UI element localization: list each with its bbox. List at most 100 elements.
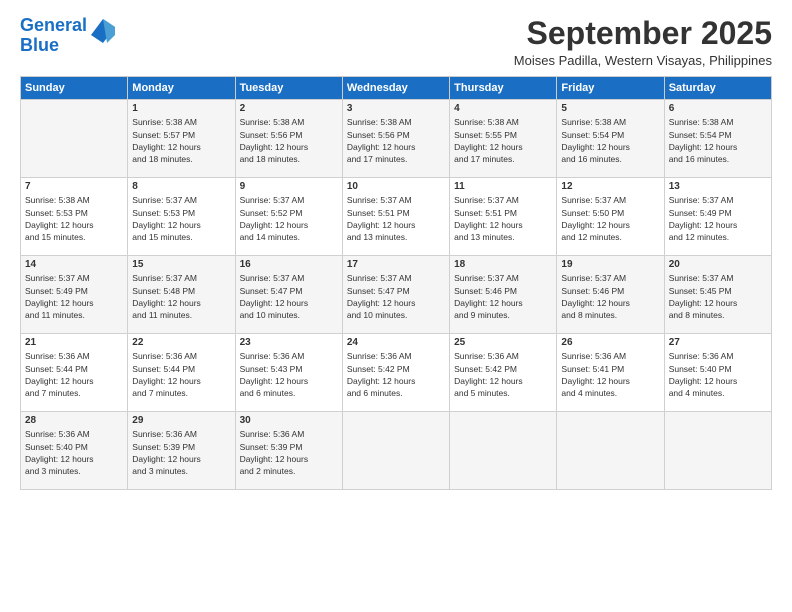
day-number: 29 <box>132 415 230 426</box>
calendar-table: SundayMondayTuesdayWednesdayThursdayFrid… <box>20 76 772 490</box>
day-number: 5 <box>561 103 659 114</box>
cell-text: and 8 minutes. <box>561 309 659 321</box>
cell-text: Sunrise: 5:38 AM <box>132 116 230 128</box>
cell-text: Sunset: 5:46 PM <box>561 285 659 297</box>
calendar-cell: 18Sunrise: 5:37 AMSunset: 5:46 PMDayligh… <box>450 256 557 334</box>
calendar-cell: 15Sunrise: 5:37 AMSunset: 5:48 PMDayligh… <box>128 256 235 334</box>
cell-text: Daylight: 12 hours <box>240 453 338 465</box>
cell-text: and 17 minutes. <box>454 153 552 165</box>
cell-text: and 9 minutes. <box>454 309 552 321</box>
cell-text: Sunset: 5:55 PM <box>454 129 552 141</box>
cell-text: and 4 minutes. <box>669 387 767 399</box>
cell-text: and 13 minutes. <box>347 231 445 243</box>
cell-text: Sunset: 5:41 PM <box>561 363 659 375</box>
cell-text: Sunset: 5:47 PM <box>240 285 338 297</box>
cell-text: Daylight: 12 hours <box>669 219 767 231</box>
cell-text: Sunset: 5:56 PM <box>347 129 445 141</box>
cell-text: Sunrise: 5:36 AM <box>669 350 767 362</box>
cell-text: Daylight: 12 hours <box>454 375 552 387</box>
calendar-week-5: 28Sunrise: 5:36 AMSunset: 5:40 PMDayligh… <box>21 412 772 490</box>
cell-text: Sunset: 5:40 PM <box>669 363 767 375</box>
cell-text: Sunset: 5:44 PM <box>25 363 123 375</box>
cell-text: Daylight: 12 hours <box>25 375 123 387</box>
calendar-cell: 19Sunrise: 5:37 AMSunset: 5:46 PMDayligh… <box>557 256 664 334</box>
day-number: 16 <box>240 259 338 270</box>
cell-text: Daylight: 12 hours <box>240 297 338 309</box>
day-number: 8 <box>132 181 230 192</box>
cell-text: and 3 minutes. <box>25 465 123 477</box>
calendar-week-4: 21Sunrise: 5:36 AMSunset: 5:44 PMDayligh… <box>21 334 772 412</box>
calendar-cell: 6Sunrise: 5:38 AMSunset: 5:54 PMDaylight… <box>664 100 771 178</box>
cell-text: Sunset: 5:48 PM <box>132 285 230 297</box>
cell-text: and 15 minutes. <box>25 231 123 243</box>
cell-text: Daylight: 12 hours <box>669 297 767 309</box>
cell-text: Daylight: 12 hours <box>25 453 123 465</box>
cell-text: and 13 minutes. <box>454 231 552 243</box>
cell-text: Sunset: 5:52 PM <box>240 207 338 219</box>
cell-text: and 15 minutes. <box>132 231 230 243</box>
calendar-cell: 5Sunrise: 5:38 AMSunset: 5:54 PMDaylight… <box>557 100 664 178</box>
logo-text: GeneralBlue <box>20 16 87 56</box>
cell-text: Sunrise: 5:37 AM <box>561 194 659 206</box>
cell-text: Sunset: 5:42 PM <box>347 363 445 375</box>
cell-text: Sunrise: 5:37 AM <box>669 272 767 284</box>
cell-text: Daylight: 12 hours <box>561 219 659 231</box>
calendar-cell <box>21 100 128 178</box>
calendar-cell: 7Sunrise: 5:38 AMSunset: 5:53 PMDaylight… <box>21 178 128 256</box>
cell-text: and 10 minutes. <box>347 309 445 321</box>
calendar-cell: 17Sunrise: 5:37 AMSunset: 5:47 PMDayligh… <box>342 256 449 334</box>
cell-text: Sunrise: 5:37 AM <box>669 194 767 206</box>
cell-text: Sunset: 5:39 PM <box>240 441 338 453</box>
cell-text: Sunset: 5:43 PM <box>240 363 338 375</box>
cell-text: Sunset: 5:54 PM <box>669 129 767 141</box>
day-number: 3 <box>347 103 445 114</box>
cell-text: and 5 minutes. <box>454 387 552 399</box>
cell-text: Daylight: 12 hours <box>240 375 338 387</box>
weekday-header-wednesday: Wednesday <box>342 77 449 100</box>
cell-text: Sunrise: 5:37 AM <box>132 272 230 284</box>
calendar-cell: 29Sunrise: 5:36 AMSunset: 5:39 PMDayligh… <box>128 412 235 490</box>
cell-text: Sunrise: 5:38 AM <box>454 116 552 128</box>
cell-text: and 14 minutes. <box>240 231 338 243</box>
cell-text: Sunrise: 5:36 AM <box>25 350 123 362</box>
cell-text: Daylight: 12 hours <box>347 297 445 309</box>
calendar-cell: 21Sunrise: 5:36 AMSunset: 5:44 PMDayligh… <box>21 334 128 412</box>
calendar-cell: 13Sunrise: 5:37 AMSunset: 5:49 PMDayligh… <box>664 178 771 256</box>
calendar-cell <box>557 412 664 490</box>
cell-text: Sunrise: 5:36 AM <box>347 350 445 362</box>
cell-text: Sunset: 5:56 PM <box>240 129 338 141</box>
day-number: 30 <box>240 415 338 426</box>
cell-text: Sunset: 5:53 PM <box>132 207 230 219</box>
cell-text: Sunrise: 5:37 AM <box>25 272 123 284</box>
cell-text: Daylight: 12 hours <box>561 297 659 309</box>
weekday-header-row: SundayMondayTuesdayWednesdayThursdayFrid… <box>21 77 772 100</box>
cell-text: Sunset: 5:39 PM <box>132 441 230 453</box>
weekday-header-saturday: Saturday <box>664 77 771 100</box>
calendar-cell: 12Sunrise: 5:37 AMSunset: 5:50 PMDayligh… <box>557 178 664 256</box>
day-number: 2 <box>240 103 338 114</box>
day-number: 20 <box>669 259 767 270</box>
cell-text: Sunrise: 5:36 AM <box>132 350 230 362</box>
cell-text: Daylight: 12 hours <box>561 141 659 153</box>
day-number: 13 <box>669 181 767 192</box>
cell-text: Daylight: 12 hours <box>132 375 230 387</box>
calendar-cell: 24Sunrise: 5:36 AMSunset: 5:42 PMDayligh… <box>342 334 449 412</box>
cell-text: Sunset: 5:47 PM <box>347 285 445 297</box>
cell-text: Daylight: 12 hours <box>454 141 552 153</box>
cell-text: Sunset: 5:49 PM <box>25 285 123 297</box>
day-number: 11 <box>454 181 552 192</box>
weekday-header-sunday: Sunday <box>21 77 128 100</box>
day-number: 14 <box>25 259 123 270</box>
calendar-cell: 2Sunrise: 5:38 AMSunset: 5:56 PMDaylight… <box>235 100 342 178</box>
cell-text: and 12 minutes. <box>669 231 767 243</box>
cell-text: Daylight: 12 hours <box>669 141 767 153</box>
day-number: 18 <box>454 259 552 270</box>
calendar-cell: 28Sunrise: 5:36 AMSunset: 5:40 PMDayligh… <box>21 412 128 490</box>
day-number: 27 <box>669 337 767 348</box>
calendar-cell: 1Sunrise: 5:38 AMSunset: 5:57 PMDaylight… <box>128 100 235 178</box>
calendar-cell: 27Sunrise: 5:36 AMSunset: 5:40 PMDayligh… <box>664 334 771 412</box>
cell-text: Sunrise: 5:37 AM <box>240 272 338 284</box>
cell-text: Sunset: 5:57 PM <box>132 129 230 141</box>
cell-text: Daylight: 12 hours <box>561 375 659 387</box>
cell-text: and 6 minutes. <box>347 387 445 399</box>
